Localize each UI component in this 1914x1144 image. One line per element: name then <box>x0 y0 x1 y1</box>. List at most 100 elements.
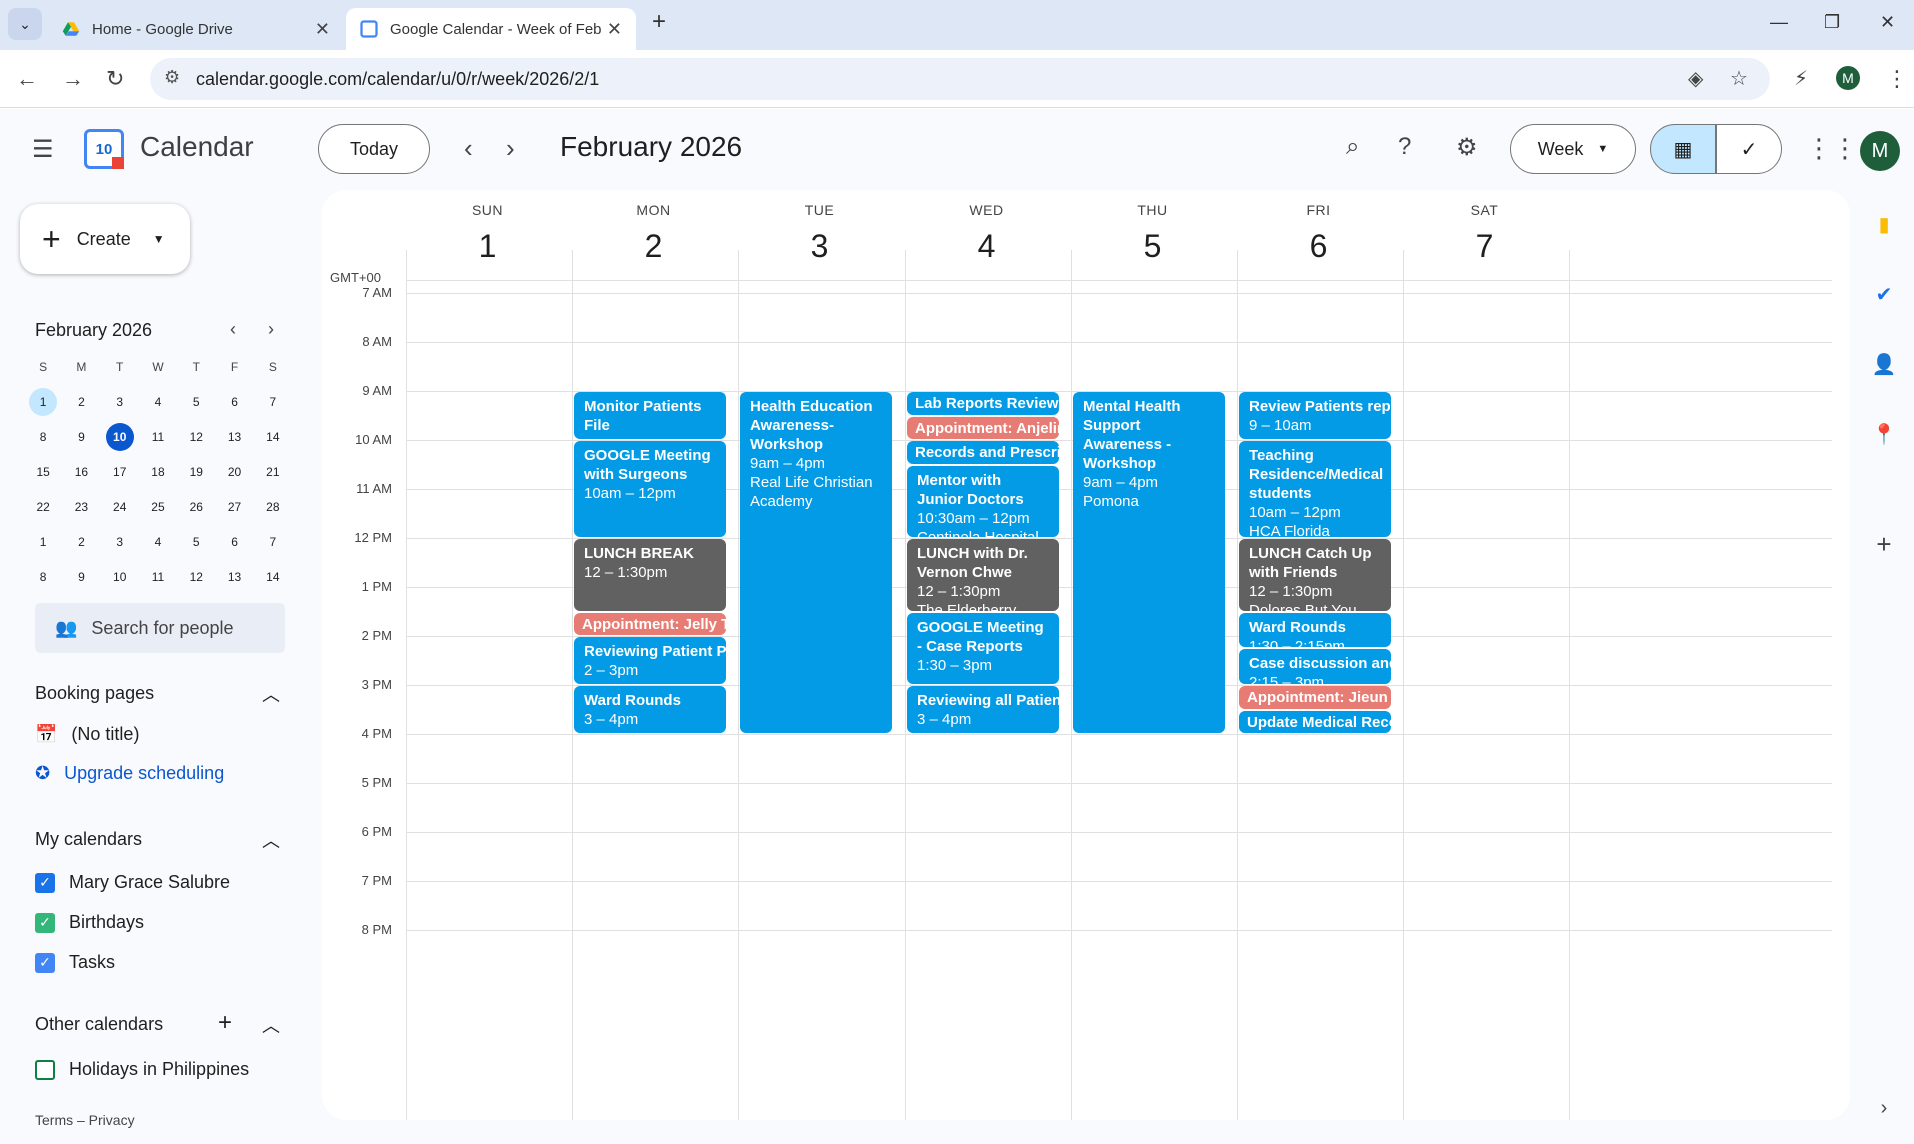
mini-day[interactable]: 18 <box>139 454 177 489</box>
collapse-my-calendars-icon[interactable]: ︿ <box>262 827 280 853</box>
calendar-event[interactable]: Appointment: Jieun Lee, 3pm <box>1239 686 1391 709</box>
calendar-event[interactable]: Mentor with Junior Doctors 10:30am – 12pm… <box>907 465 1059 537</box>
tasks-view-toggle[interactable]: ✓ <box>1716 124 1782 174</box>
mini-day[interactable]: 8 <box>24 559 62 594</box>
mini-day[interactable]: 13 <box>215 419 253 454</box>
calendar-event[interactable]: GOOGLE Meeting - Case Reports 1:30 – 3pm <box>907 612 1059 684</box>
calendar-event[interactable]: Health Education Awareness-Workshop 9am –… <box>740 392 892 733</box>
mini-day[interactable]: 25 <box>139 489 177 524</box>
mini-day[interactable]: 22 <box>24 489 62 524</box>
previous-week-icon[interactable]: ‹ <box>464 133 473 164</box>
mini-day[interactable]: 24 <box>101 489 139 524</box>
bookmark-star-icon[interactable]: ☆ <box>1730 66 1748 91</box>
search-icon[interactable]: ⌕ <box>1346 133 1359 161</box>
browser-tab-calendar[interactable]: Google Calendar - Week of Feb ✕ <box>346 8 636 50</box>
calendar-item-birthdays[interactable]: ✓ Birthdays <box>35 912 144 933</box>
calendar-event[interactable]: Monitor Patients File9 – 10am <box>574 392 726 439</box>
day-date[interactable]: 7 <box>1383 228 1586 265</box>
omnibox[interactable]: ⚙ calendar.google.com/calendar/u/0/r/wee… <box>150 58 1770 100</box>
maximize-icon[interactable]: ❐ <box>1824 12 1840 33</box>
mini-day[interactable]: 17 <box>101 454 139 489</box>
keep-icon[interactable]: ▮ <box>1872 212 1896 236</box>
browser-tab-drive[interactable]: Home - Google Drive ✕ <box>48 8 344 50</box>
mini-next-month-icon[interactable]: › <box>268 319 274 340</box>
tab-search-menu-button[interactable]: ⌄ <box>8 8 42 40</box>
help-icon[interactable]: ? <box>1398 133 1411 161</box>
mini-day[interactable]: 11 <box>139 559 177 594</box>
mini-day[interactable]: 3 <box>101 524 139 559</box>
booking-page-item[interactable]: 📅 (No title) <box>35 724 139 745</box>
calendar-event[interactable]: Case discussion and Plan2:15 – 3pm <box>1239 649 1391 684</box>
mini-day[interactable]: 6 <box>215 524 253 559</box>
mini-day[interactable]: 12 <box>177 419 215 454</box>
calendar-event[interactable]: LUNCH BREAK 12 – 1:30pm <box>574 539 726 611</box>
site-settings-icon[interactable]: ⚙ <box>164 67 180 88</box>
calendar-event[interactable]: LUNCH with Dr. Vernon Chwe 12 – 1:30pm The… <box>907 539 1059 611</box>
mini-day[interactable]: 5 <box>177 524 215 559</box>
my-calendars-heading[interactable]: My calendars <box>35 829 142 850</box>
main-menu-icon[interactable]: ☰ <box>32 135 54 164</box>
extensions-icon[interactable]: ⚡ <box>1794 66 1808 91</box>
collapse-other-calendars-icon[interactable]: ︿ <box>262 1012 280 1038</box>
calendar-event[interactable]: Reviewing Patient Progress 2 – 3pm <box>574 637 726 684</box>
mini-day[interactable]: 1 <box>24 384 62 419</box>
mini-day[interactable]: 2 <box>62 384 100 419</box>
maps-icon[interactable]: 📍 <box>1872 422 1897 446</box>
get-addons-icon[interactable]: + <box>1872 529 1896 559</box>
calendar-event[interactable]: Review Patients reports and 9 – 10am <box>1239 392 1391 439</box>
mini-day[interactable]: 21 <box>254 454 292 489</box>
account-avatar[interactable]: M <box>1860 131 1900 171</box>
reload-icon[interactable]: ↻ <box>106 66 124 92</box>
calendar-event[interactable]: GOOGLE Meeting with Surgeons 10am – 12pm <box>574 441 726 537</box>
calendar-logo-icon[interactable]: 10 <box>84 129 124 169</box>
search-people-input[interactable]: 👥 Search for people <box>35 603 285 653</box>
settings-gear-icon[interactable]: ⚙ <box>1456 133 1478 162</box>
close-tab-icon[interactable]: ✕ <box>315 19 330 40</box>
create-button[interactable]: + Create ▼ <box>20 204 190 274</box>
checkbox[interactable]: ✓ <box>35 872 55 893</box>
calendar-event[interactable]: LUNCH Catch Up with Friends 12 – 1:30pm Do… <box>1239 539 1391 611</box>
calendar-item-tasks[interactable]: ✓ Tasks <box>35 952 115 973</box>
browser-profile-avatar[interactable]: M <box>1836 66 1860 90</box>
day-header-sat[interactable]: SAT 7 <box>1383 202 1586 265</box>
add-calendar-icon[interactable]: + <box>218 1009 232 1037</box>
calendar-event[interactable]: Appointment: Jelly Travis <box>574 612 726 635</box>
mini-day[interactable]: 9 <box>62 419 100 454</box>
calendar-item-holidays[interactable]: Holidays in Philippines <box>35 1059 249 1080</box>
calendar-event[interactable]: Appointment: Anjelina Jolie <box>907 416 1059 439</box>
mini-day[interactable]: 12 <box>177 559 215 594</box>
other-calendars-heading[interactable]: Other calendars <box>35 1014 163 1035</box>
mini-day[interactable]: 7 <box>254 384 292 419</box>
mini-day[interactable]: 23 <box>62 489 100 524</box>
close-tab-icon[interactable]: ✕ <box>607 19 622 40</box>
mini-day[interactable]: 10 <box>101 419 139 454</box>
mini-day[interactable]: 28 <box>254 489 292 524</box>
tasks-icon[interactable]: ✔ <box>1872 282 1896 306</box>
calendar-event[interactable]: Mental Health Support Awareness - Worksh… <box>1073 392 1225 733</box>
mini-day[interactable]: 26 <box>177 489 215 524</box>
mini-day[interactable]: 4 <box>139 384 177 419</box>
mini-day[interactable]: 14 <box>254 559 292 594</box>
terms-privacy-links[interactable]: Terms – Privacy <box>35 1112 135 1128</box>
calendar-event[interactable]: Records and Prescriptions <box>907 441 1059 464</box>
mini-day[interactable]: 5 <box>177 384 215 419</box>
contacts-icon[interactable]: 👤 <box>1872 352 1897 376</box>
calendar-event[interactable]: Update Medical Records, 3:30pm <box>1239 710 1391 733</box>
mini-day[interactable]: 16 <box>62 454 100 489</box>
mini-day[interactable]: 10 <box>101 559 139 594</box>
browser-menu-icon[interactable]: ⋮ <box>1886 66 1908 92</box>
mini-day[interactable]: 15 <box>24 454 62 489</box>
mini-day[interactable]: 4 <box>139 524 177 559</box>
mini-prev-month-icon[interactable]: ‹ <box>230 319 236 340</box>
checkbox[interactable]: ✓ <box>35 912 55 933</box>
mini-day[interactable]: 7 <box>254 524 292 559</box>
window-close-icon[interactable]: ✕ <box>1880 12 1895 33</box>
mini-day[interactable]: 6 <box>215 384 253 419</box>
new-tab-button[interactable]: + <box>652 8 666 36</box>
view-switcher-button[interactable]: Week ▼ <box>1510 124 1636 174</box>
show-side-panel-icon[interactable]: › <box>1872 1096 1896 1120</box>
mini-day[interactable]: 20 <box>215 454 253 489</box>
calendar-event[interactable]: Reviewing all Patients File 3 – 4pm <box>907 686 1059 733</box>
mini-day[interactable]: 3 <box>101 384 139 419</box>
back-icon[interactable]: ← <box>16 66 38 92</box>
